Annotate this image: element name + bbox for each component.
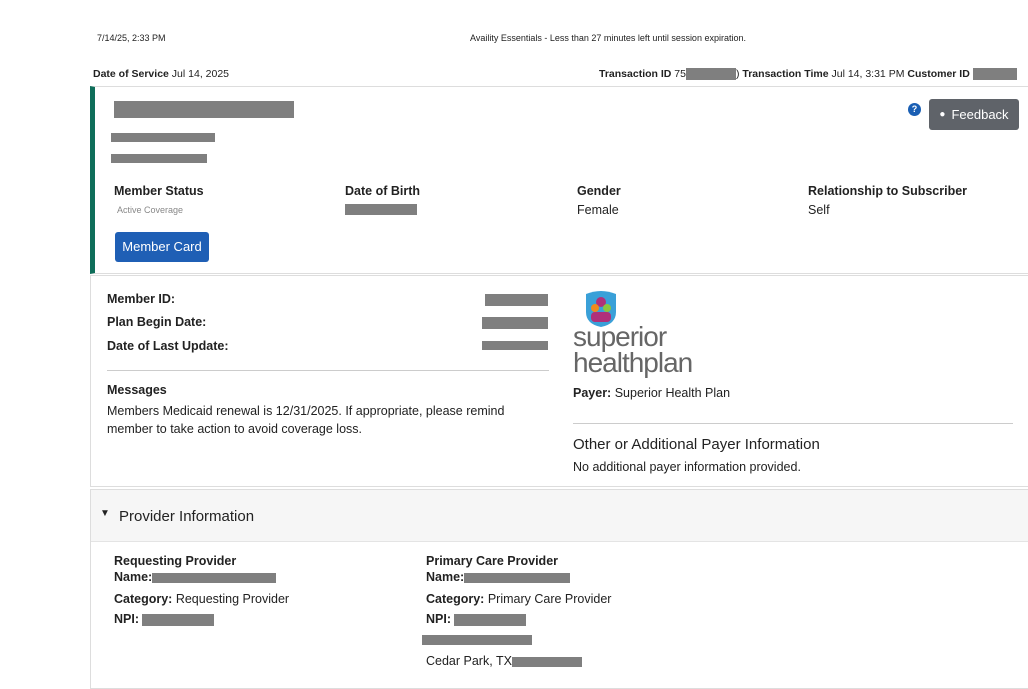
provider-section: ▼ Provider Information Requesting Provid… [90,489,1028,689]
superior-logo: superior healthplan [573,323,693,378]
redacted-pcp-name [464,572,571,583]
pcp-category-label: Category: [426,592,485,606]
message-text: Members Medicaid renewal is 12/31/2025. … [107,404,505,436]
pcp-name-label: Name: [426,570,465,584]
member-id-label: Member ID: [107,292,176,306]
txn-id-tail: ) [735,68,740,80]
logo-line2: healthplan [573,347,693,378]
pcp-title: Primary Care Provider [426,554,559,568]
feedback-button[interactable]: ● Feedback [929,99,1019,130]
redacted-dob [345,204,417,215]
redacted-requesting-name [152,572,277,583]
dos-value: Jul 14, 2025 [171,68,230,80]
requesting-category-value: Requesting Provider [175,592,290,606]
member-status-label: Member Status [114,184,204,198]
redacted-last-update [482,341,548,350]
payer: Payer: Superior Health Plan [573,386,730,400]
redacted-txn-id [685,68,736,81]
member-summary-card: ? ● Feedback Member Status Active Coverag… [90,86,1028,274]
payer-value: Superior Health Plan [614,386,731,400]
pcp-name: Name: [426,570,571,584]
gender-label: Gender [577,184,621,198]
requesting-npi-label: NPI: [114,612,139,626]
relationship-value: Self [808,203,830,217]
pcp-city-value: Cedar Park, TX [426,654,512,668]
redacted-pcp-zip [511,656,582,667]
txn-time: Jul 14, 3:31 PM [831,68,905,80]
redacted-address-line2 [111,154,207,163]
requesting-npi: NPI: [114,612,215,626]
redacted-member-id [485,294,548,306]
payer-label: Payer: [573,386,612,400]
print-timestamp: 7/14/25, 2:33 PM [97,33,166,43]
plan-begin-label: Plan Begin Date: [107,315,207,329]
divider [573,423,1013,424]
member-card-button[interactable]: Member Card [115,232,209,262]
txn-id-label: Transaction ID [599,68,672,80]
requesting-category-label: Category: [114,592,173,606]
pcp-category: Category: Primary Care Provider [426,592,611,606]
divider [107,370,549,371]
other-payer-title: Other or Additional Payer Information [573,436,820,453]
member-status-value: Active Coverage [117,205,184,215]
pcp-category-value: Primary Care Provider [487,592,612,606]
redacted-pcp-address [422,635,532,645]
txn-id-visible: 75 [674,68,686,80]
redacted-plan-begin [482,317,548,329]
pcp-npi: NPI: [426,612,527,626]
plan-card: Member ID: Plan Begin Date: Date of Last… [90,275,1028,487]
transaction-info: Transaction ID 75) Transaction Time Jul … [599,68,1017,81]
gender-value: Female [577,203,619,217]
pcp-city: Cedar Park, TX [426,654,582,668]
redacted-pcp-npi [454,613,527,626]
redacted-requesting-npi [142,613,215,626]
provider-section-title: Provider Information [119,508,255,525]
requesting-category: Category: Requesting Provider [114,592,289,606]
caret-down-icon: ▼ [100,508,110,519]
other-payer-text: No additional payer information provided… [573,460,801,474]
relationship-label: Relationship to Subscriber [808,184,968,198]
chat-icon: ● [939,109,946,120]
redacted-customer-id [972,68,1017,81]
messages-title: Messages [107,383,167,397]
date-of-service: Date of Service Jul 14, 2025 [93,68,229,80]
feedback-label: Feedback [951,107,1009,122]
customer-id-label: Customer ID [907,68,970,80]
requesting-name-label: Name: [114,570,153,584]
redacted-address-line1 [111,133,215,142]
dob-label: Date of Birth [345,184,420,198]
help-icon[interactable]: ? [908,103,921,116]
last-update-label: Date of Last Update: [107,339,229,353]
dos-label: Date of Service [93,68,169,80]
redacted-member-name [114,101,294,118]
print-title: Availity Essentials - Less than 27 minut… [470,33,746,43]
provider-section-header[interactable]: ▼ Provider Information [91,490,1028,542]
requesting-name: Name: [114,570,277,584]
pcp-npi-label: NPI: [426,612,451,626]
requesting-provider-title: Requesting Provider [114,554,237,568]
txn-time-label: Transaction Time [742,68,829,80]
